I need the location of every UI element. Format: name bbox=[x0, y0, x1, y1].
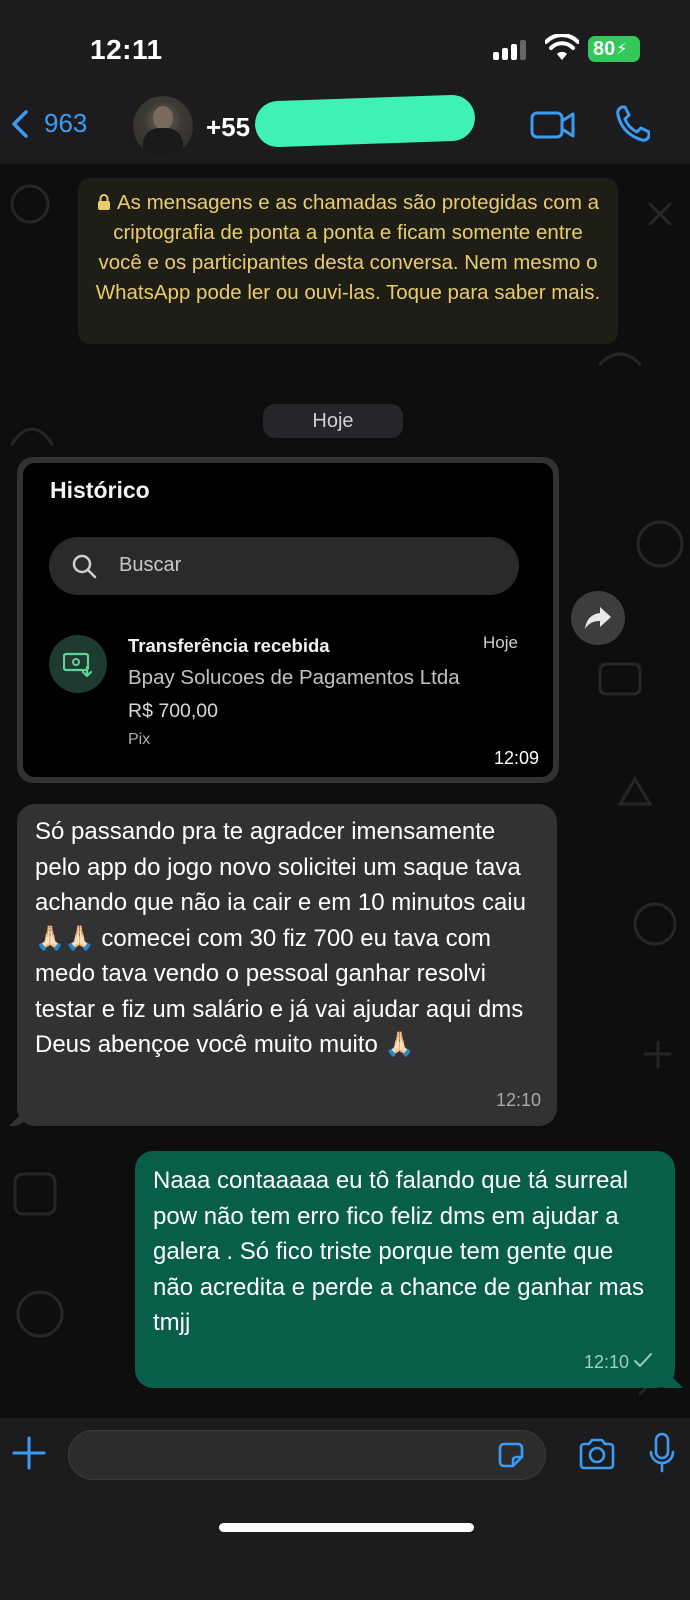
forward-arrow-icon bbox=[585, 607, 611, 629]
back-button[interactable]: 963 bbox=[10, 108, 87, 139]
lock-icon bbox=[97, 194, 110, 210]
date-separator: Hoje bbox=[263, 404, 403, 438]
message-time: 12:10 bbox=[583, 1351, 629, 1372]
home-indicator[interactable] bbox=[219, 1523, 474, 1532]
camera-icon[interactable] bbox=[578, 1438, 616, 1470]
transfer-received-icon bbox=[49, 635, 107, 693]
transaction-amount: R$ 700,00 bbox=[128, 700, 218, 722]
search-icon bbox=[72, 554, 97, 579]
message-text: Naaa contaaaaa eu tô falando que tá surr… bbox=[153, 1167, 645, 1336]
transaction-company: Bpay Solucoes de Pagamentos Ltda bbox=[128, 666, 460, 689]
transaction-title: Transferência recebida bbox=[128, 635, 330, 656]
sent-check-icon bbox=[633, 1345, 653, 1381]
incoming-message[interactable]: Só passando pra te agradcer imensamente … bbox=[17, 804, 557, 1126]
screenshot-title: Histórico bbox=[50, 477, 150, 503]
message-input-bar bbox=[0, 1418, 690, 1600]
phone-icon[interactable] bbox=[614, 104, 650, 144]
transaction-date: Hoje bbox=[483, 633, 518, 652]
sticker-icon[interactable] bbox=[496, 1440, 526, 1470]
avatar-body-shape bbox=[143, 128, 183, 156]
wifi-icon bbox=[545, 34, 579, 60]
status-bar: 12:11 80 ⚡ bbox=[0, 0, 690, 100]
microphone-icon[interactable] bbox=[648, 1432, 676, 1474]
battery-indicator: 80 ⚡ bbox=[588, 36, 640, 62]
message-time: 12:09 bbox=[493, 748, 539, 768]
message-time: 12:10 bbox=[495, 1089, 541, 1110]
status-time: 12:11 bbox=[90, 34, 163, 65]
chevron-left-icon bbox=[12, 109, 28, 138]
charging-bolt-icon: ⚡ bbox=[616, 41, 628, 58]
message-text: Só passando pra te agradcer imensamente … bbox=[35, 818, 526, 1058]
battery-level: 80 bbox=[593, 37, 616, 60]
forward-button[interactable] bbox=[571, 591, 625, 645]
avatar-head-shape bbox=[153, 106, 173, 130]
contact-avatar[interactable] bbox=[133, 96, 193, 156]
message-input[interactable] bbox=[68, 1430, 546, 1480]
chat-area[interactable]: As mensagens e as chamadas são protegida… bbox=[0, 164, 690, 1418]
search-placeholder: Buscar bbox=[119, 554, 182, 576]
encryption-notice-text: As mensagens e as chamadas são protegida… bbox=[95, 191, 601, 304]
message-meta: 12:10 bbox=[584, 1345, 653, 1381]
cellular-signal-icon bbox=[493, 38, 526, 60]
screenshot-image: Histórico Buscar Transferência recebida … bbox=[23, 463, 553, 777]
transaction-method: Pix bbox=[128, 731, 151, 748]
image-message[interactable]: Histórico Buscar Transferência recebida … bbox=[17, 457, 559, 783]
outgoing-message[interactable]: Naaa contaaaaa eu tô falando que tá surr… bbox=[135, 1151, 675, 1388]
encryption-notice[interactable]: As mensagens e as chamadas são protegida… bbox=[78, 178, 618, 344]
screenshot-search-box: Buscar bbox=[49, 537, 519, 595]
contact-name[interactable]: +55 bbox=[206, 112, 250, 143]
video-call-icon[interactable] bbox=[530, 108, 576, 142]
redaction-mark bbox=[254, 94, 476, 148]
plus-icon[interactable] bbox=[12, 1436, 46, 1470]
unread-count: 963 bbox=[44, 108, 88, 138]
chat-header: 963 +55 bbox=[0, 94, 690, 164]
